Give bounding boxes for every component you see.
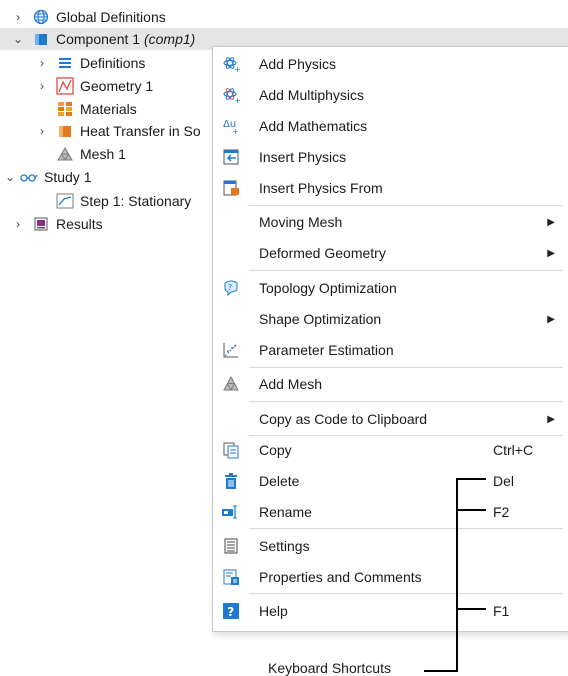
tree-label: Definitions: [80, 55, 146, 71]
shortcut-text: F1: [493, 603, 510, 619]
menu-item-delete[interactable]: Delete Del: [213, 466, 568, 496]
menu-item-add-mathematics[interactable]: Δu + Add Mathematics: [213, 111, 568, 141]
add-multiphysics-icon: +: [221, 85, 241, 105]
menu-item-insert-physics[interactable]: Insert Physics: [213, 142, 568, 172]
help-icon: ?: [221, 601, 241, 621]
menu-separator: [249, 367, 563, 368]
mesh-icon: [221, 374, 241, 394]
svg-text:+: +: [232, 127, 239, 135]
menu-separator: [249, 528, 563, 529]
tree-label: Step 1: Stationary: [80, 193, 192, 209]
tree-label: Heat Transfer in So: [80, 123, 201, 139]
properties-icon: [221, 567, 241, 587]
callout-tick-help: [456, 608, 486, 610]
chevron-right-icon[interactable]: ›: [36, 56, 48, 70]
menu-item-rename[interactable]: Rename F2: [213, 497, 568, 527]
tree-label: Results: [56, 216, 103, 232]
copy-icon: [221, 440, 241, 460]
callout-tick-label: [424, 670, 458, 672]
menu-item-settings[interactable]: Settings: [213, 531, 568, 561]
svg-text:?: ?: [227, 605, 234, 619]
menu-item-properties-comments[interactable]: Properties and Comments: [213, 562, 568, 592]
menu-item-copy-as-code[interactable]: Copy as Code to Clipboard ▶: [213, 404, 568, 434]
step-icon: [56, 192, 74, 210]
tree-item-study[interactable]: ⌄ Study 1: [0, 166, 92, 188]
materials-icon: [56, 100, 74, 118]
chevron-right-icon[interactable]: ›: [12, 10, 24, 24]
shortcut-text: Ctrl+C: [493, 442, 534, 458]
heat-transfer-icon: [56, 122, 74, 140]
parameter-estimation-icon: [221, 340, 241, 360]
submenu-arrow-icon: ▶: [547, 413, 555, 425]
tree-item-geometry[interactable]: › Geometry 1: [0, 75, 153, 97]
tree-item-heat-transfer[interactable]: › Heat Transfer in So: [0, 120, 201, 142]
tree-item-results[interactable]: › Results: [0, 213, 103, 235]
menu-item-deformed-geometry[interactable]: Deformed Geometry ▶: [213, 238, 568, 268]
chevron-right-icon[interactable]: ›: [12, 217, 24, 231]
insert-physics-from-icon: [221, 178, 241, 198]
menu-item-insert-physics-from[interactable]: Insert Physics From: [213, 173, 568, 203]
menu-item-help[interactable]: ? Help F1: [213, 596, 568, 626]
results-icon: [32, 215, 50, 233]
callout-tick-delete: [456, 478, 486, 480]
menu-item-moving-mesh[interactable]: Moving Mesh ▶: [213, 207, 568, 237]
svg-text:+: +: [234, 96, 240, 104]
menu-item-add-mesh[interactable]: Add Mesh: [213, 369, 568, 399]
chevron-down-icon[interactable]: ⌄: [12, 32, 24, 46]
tree-label: Mesh 1: [80, 146, 126, 162]
tree-label: Geometry 1: [80, 78, 154, 94]
svg-text:?: ?: [228, 283, 232, 292]
submenu-arrow-icon: ▶: [547, 313, 555, 325]
rename-icon: [221, 502, 241, 522]
topology-optimization-icon: ?: [221, 278, 241, 298]
tree-item-mesh[interactable]: Mesh 1: [0, 143, 126, 165]
menu-item-copy[interactable]: Copy Ctrl+C: [213, 435, 568, 465]
svg-text:+: +: [234, 65, 240, 73]
tree-item-global-definitions[interactable]: › Global Definitions: [0, 6, 166, 28]
callout-vertical-line: [456, 478, 458, 672]
settings-icon: [221, 536, 241, 556]
submenu-arrow-icon: ▶: [547, 216, 555, 228]
globe-icon: [32, 8, 50, 26]
tree-item-definitions[interactable]: › Definitions: [0, 52, 145, 74]
chevron-right-icon[interactable]: ›: [36, 79, 48, 93]
tree-item-step[interactable]: Step 1: Stationary: [0, 190, 191, 212]
menu-item-add-multiphysics[interactable]: + Add Multiphysics: [213, 80, 568, 110]
menu-separator: [249, 270, 563, 271]
submenu-arrow-icon: ▶: [547, 247, 555, 259]
tree-label: Materials: [80, 101, 137, 117]
list-icon: [56, 54, 74, 72]
add-physics-icon: +: [221, 54, 241, 74]
study-icon: [20, 168, 38, 186]
chevron-down-icon[interactable]: ⌄: [4, 170, 16, 184]
tree-label: Component 1 (comp1): [56, 31, 196, 47]
callout-label: Keyboard Shortcuts: [268, 660, 391, 676]
tree-item-materials[interactable]: Materials: [0, 98, 137, 120]
menu-item-shape-optimization[interactable]: Shape Optimization ▶: [213, 304, 568, 334]
menu-separator: [249, 593, 563, 594]
chevron-right-icon[interactable]: ›: [36, 124, 48, 138]
tree-label: Study 1: [44, 169, 92, 185]
menu-item-add-physics[interactable]: + Add Physics: [213, 49, 568, 79]
context-menu: + Add Physics + Add Multiphysics Δu + Add…: [212, 46, 568, 632]
component-icon: [32, 30, 50, 48]
mesh-icon: [56, 145, 74, 163]
callout-tick-rename: [456, 509, 486, 511]
tree-label: Global Definitions: [56, 9, 166, 25]
geometry-icon: [56, 77, 74, 95]
menu-separator: [249, 205, 563, 206]
insert-physics-icon: [221, 147, 241, 167]
menu-separator: [249, 401, 563, 402]
trash-icon: [221, 471, 241, 491]
shortcut-text: F2: [493, 504, 510, 520]
add-mathematics-icon: Δu +: [221, 116, 241, 136]
shortcut-text: Del: [493, 473, 515, 489]
menu-item-parameter-estimation[interactable]: Parameter Estimation: [213, 335, 568, 365]
menu-item-topology-optimization[interactable]: ? Topology Optimization: [213, 273, 568, 303]
